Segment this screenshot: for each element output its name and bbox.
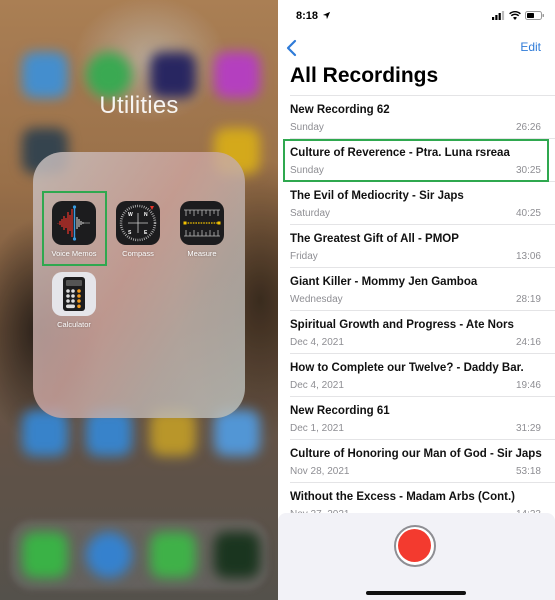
calculator-icon <box>52 272 96 316</box>
recording-date: Dec 4, 2021 <box>290 380 344 391</box>
voice-memos-highlight-box <box>42 191 107 266</box>
recording-duration: 53:18 <box>515 466 541 477</box>
app-label: Compass <box>122 249 154 258</box>
recording-title: New Recording 61 <box>290 405 390 417</box>
recording-row[interactable]: The Greatest Gift of All - PMOP Friday 13:… <box>290 224 555 267</box>
compass-icon: N W S E <box>116 201 160 245</box>
app-label: Measure <box>187 249 217 258</box>
recording-row[interactable]: How to Complete our Twelve? - Daddy Bar.… <box>290 353 555 396</box>
recording-title: Without the Excess - Madam Arbs (Cont.) <box>290 491 516 503</box>
record-button[interactable] <box>394 525 436 567</box>
home-indicator[interactable] <box>366 591 466 595</box>
compass-west: W <box>128 212 133 218</box>
measure-app[interactable]: Measure <box>170 201 234 258</box>
recording-title: Giant Killer - Mommy Jen Gamboa <box>290 276 478 288</box>
recording-title: New Recording 62 <box>290 104 390 116</box>
recording-title: Culture of Honoring our Man of God - Sir… <box>290 448 542 460</box>
app-label: Calculator <box>57 320 91 329</box>
record-panel <box>278 513 555 600</box>
recording-row[interactable]: New Recording 62 Sunday 26:26 <box>290 95 555 138</box>
recording-duration: 40:25 <box>515 208 541 219</box>
battery-icon <box>525 11 544 20</box>
recording-duration: 24:16 <box>515 337 541 348</box>
page-title: All Recordings <box>290 64 439 87</box>
calculator-app[interactable]: Calculator <box>42 272 106 329</box>
recording-date: Dec 4, 2021 <box>290 337 344 348</box>
record-icon <box>398 529 431 562</box>
wifi-icon <box>509 11 521 20</box>
recording-duration: 26:26 <box>515 122 541 133</box>
recording-title: The Greatest Gift of All - PMOP <box>290 233 459 245</box>
recording-duration: 31:29 <box>515 423 541 434</box>
signal-icon <box>492 11 505 20</box>
status-time: 8:18 <box>296 10 319 22</box>
recording-row[interactable]: Spiritual Growth and Progress - Ate Nors… <box>290 310 555 353</box>
recording-row[interactable]: Giant Killer - Mommy Jen Gamboa Wednesday… <box>290 267 555 310</box>
recording-date: Friday <box>290 251 318 262</box>
recording-title: The Evil of Mediocrity - Sir Japs <box>290 190 464 202</box>
voice-memos-screen: 8:18 Edit All Recordings New Recording 6… <box>278 0 555 600</box>
recording-duration: 19:46 <box>515 380 541 391</box>
recording-date: Wednesday <box>290 294 343 305</box>
recording-title: How to Complete our Twelve? - Daddy Bar. <box>290 362 524 374</box>
recording-row[interactable]: The Evil of Mediocrity - Sir Japs Saturda… <box>290 181 555 224</box>
recording-date: Nov 28, 2021 <box>290 466 350 477</box>
home-screen: Utilities Voice Memos N W S E Compass Me… <box>0 0 278 600</box>
location-arrow-icon <box>322 11 331 20</box>
recording-highlight-box <box>283 139 549 182</box>
recording-duration: 28:19 <box>515 294 541 305</box>
measure-icon <box>180 201 224 245</box>
compass-south: S <box>128 230 132 236</box>
nav-bar: Edit <box>278 36 555 60</box>
recording-title: Spiritual Growth and Progress - Ate Nors <box>290 319 514 331</box>
folder-title: Utilities <box>99 92 179 119</box>
recording-row[interactable]: New Recording 61 Dec 1, 2021 31:29 <box>290 396 555 439</box>
compass-north: N <box>144 212 148 218</box>
recording-date: Saturday <box>290 208 331 219</box>
status-bar: 8:18 <box>278 0 555 30</box>
recording-duration: 13:06 <box>515 251 541 262</box>
recording-row[interactable]: Culture of Honoring our Man of God - Sir… <box>290 439 555 482</box>
compass-east: E <box>144 230 148 236</box>
recording-date: Sunday <box>290 122 324 133</box>
recording-date: Dec 1, 2021 <box>290 423 344 434</box>
edit-button[interactable]: Edit <box>520 40 541 54</box>
compass-app[interactable]: N W S E Compass <box>106 201 170 258</box>
chevron-left-icon[interactable] <box>284 38 300 58</box>
